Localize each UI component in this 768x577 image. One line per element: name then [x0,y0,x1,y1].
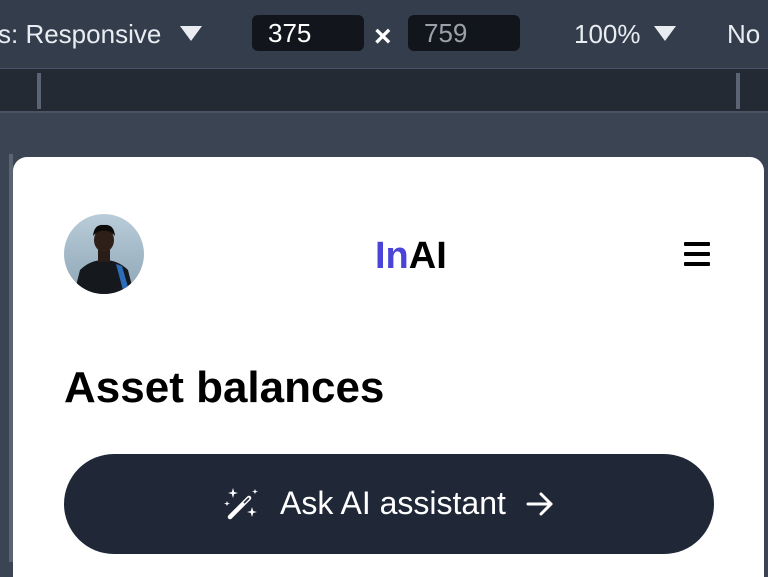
dimensions-dropdown[interactable]: s: Responsive [0,17,161,51]
menu-bar [684,262,710,266]
zoom-label: 100% [574,19,641,49]
width-value: 375 [268,18,312,48]
hamburger-menu-icon[interactable] [682,239,712,269]
avatar-image [64,214,144,294]
arrow-right-icon [526,492,553,516]
resize-handle-left[interactable] [37,73,41,109]
resize-handle-right[interactable] [736,73,740,109]
height-input[interactable]: 759 [408,15,520,51]
caret-down-icon[interactable] [654,26,676,41]
menu-bar [684,242,710,246]
zoom-dropdown[interactable]: 100% [574,17,641,51]
ask-ai-assistant-button[interactable]: Ask AI assistant [64,454,714,554]
device-toolbar: s: Responsive 375 × 759 100% No [0,0,768,69]
throttle-dropdown[interactable]: No [727,17,760,51]
logo-text: AI [408,235,447,277]
times-separator: × [374,20,392,53]
logo-accent-text: In [375,235,409,277]
caret-down-icon[interactable] [180,26,202,41]
dimensions-label: s: Responsive [0,19,162,49]
avatar[interactable] [64,214,144,294]
ask-ai-assistant-label: Ask AI assistant [280,485,506,521]
height-value: 759 [424,18,468,48]
menu-bar [684,252,710,256]
page-title: Asset balances [64,363,385,412]
width-input[interactable]: 375 [252,15,364,51]
app-logo[interactable]: InAI [375,235,447,277]
magic-wand-icon [224,488,258,520]
throttle-label: No [727,19,761,49]
viewport-ruler [0,69,768,113]
device-viewport: InAI Asset balances Ask AI assistant [13,157,764,577]
